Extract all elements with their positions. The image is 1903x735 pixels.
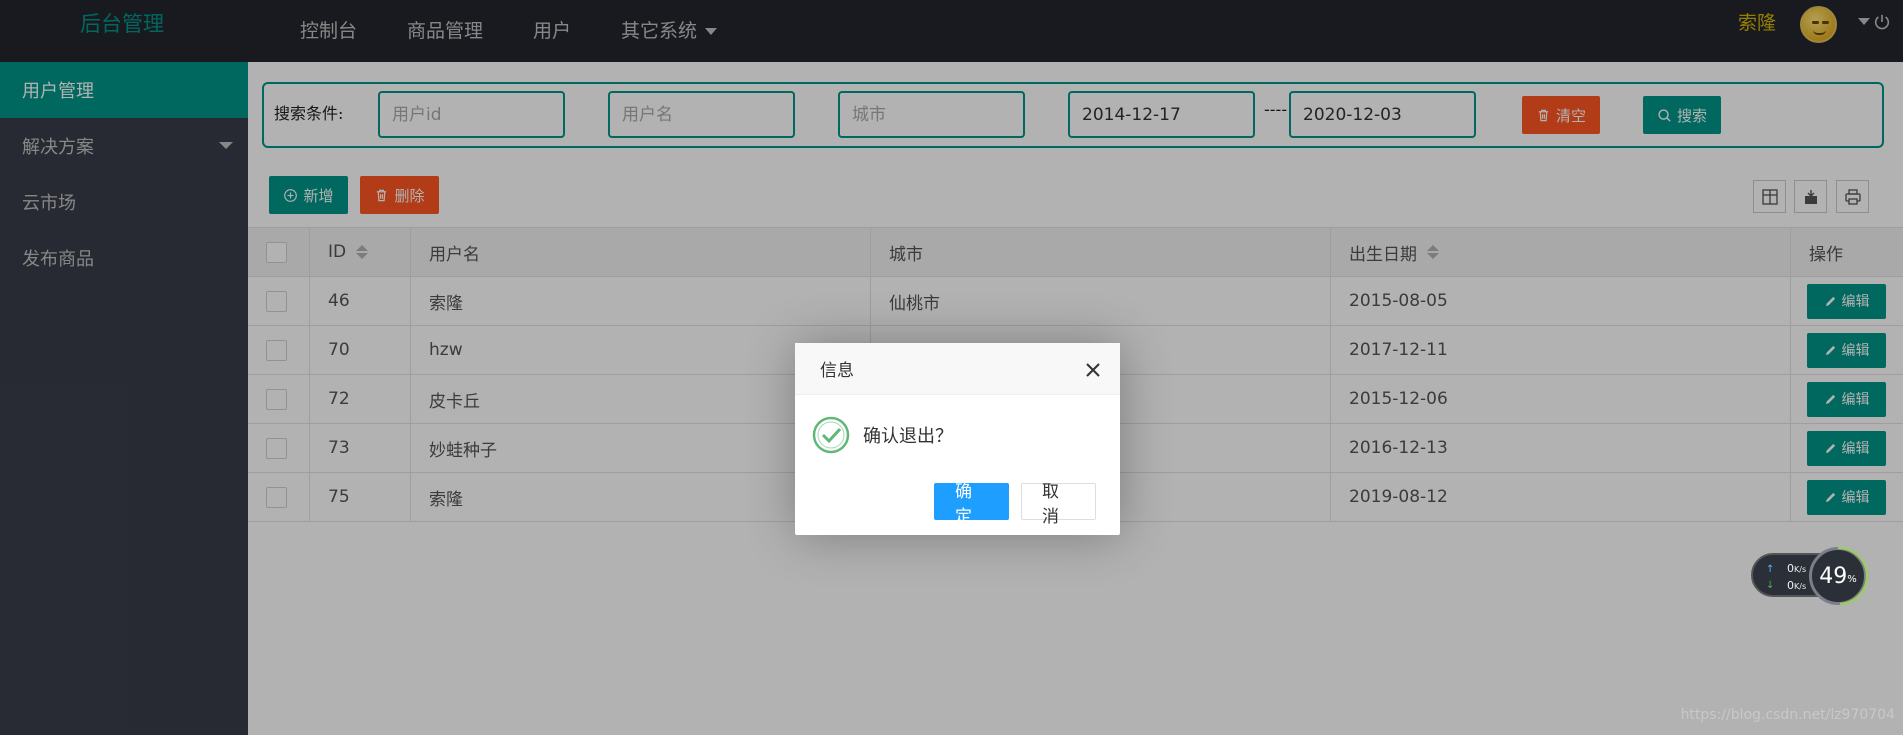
dialog-buttons: 确定 取消: [934, 482, 1096, 527]
dialog-message: 确认退出？: [863, 426, 953, 447]
confirm-dialog: 信息 确认退出？ 确定 取消: [795, 343, 1120, 535]
upload-speed: 0K/s: [1787, 562, 1807, 575]
dialog-title: 信息: [795, 343, 1120, 395]
close-icon[interactable]: [1084, 361, 1102, 379]
gauge-arc: [1837, 546, 1869, 606]
download-speed: 0K/s: [1787, 579, 1807, 592]
download-arrow-icon: ↓: [1766, 580, 1775, 591]
cancel-button[interactable]: 取消: [1021, 482, 1096, 527]
upload-arrow-icon: ↑: [1766, 564, 1775, 575]
ok-button[interactable]: 确定: [934, 482, 1009, 527]
dialog-body: 确认退出？: [811, 415, 953, 455]
watermark: https://blog.csdn.net/lz970704: [1680, 707, 1895, 723]
check-circle-icon: [812, 416, 850, 454]
